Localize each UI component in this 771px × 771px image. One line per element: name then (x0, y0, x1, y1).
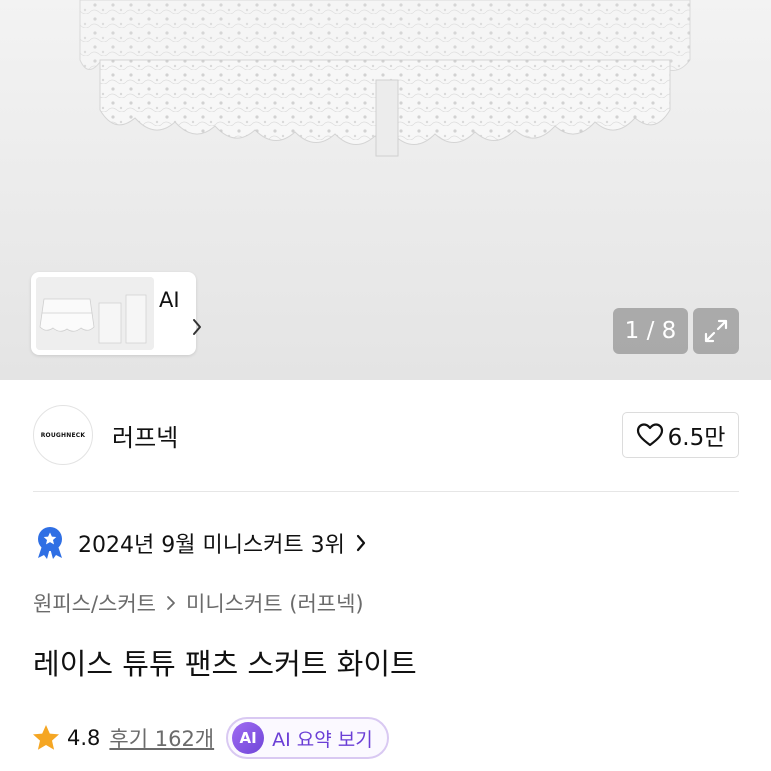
heart-icon (636, 423, 663, 447)
chevron-right-icon (193, 319, 201, 335)
ai-summary-label: AI 요약 보기 (272, 728, 373, 751)
image-page-indicator: 1 / 8 (613, 308, 688, 354)
chevron-right-icon (356, 534, 365, 552)
divider (33, 491, 739, 492)
rating-row: 4.8 후기 162개 AI AI 요약 보기 (31, 716, 389, 760)
brand-logo-text: ROUGHNECK (40, 431, 86, 439)
star-icon (33, 725, 59, 750)
ai-badge-icon: AI (232, 722, 265, 754)
expand-icon (704, 319, 728, 343)
ai-thumbnail-card[interactable]: AI (31, 272, 201, 355)
ranking-text: 2024년 9월 미니스커트 3위 (78, 533, 345, 558)
like-button[interactable]: 6.5만 (622, 412, 739, 458)
product-image-gallery[interactable]: AI 1 / 8 (0, 0, 771, 380)
rating-score: 4.8 (67, 726, 101, 750)
expand-image-button[interactable] (693, 308, 739, 354)
ai-summary-button[interactable]: AI AI 요약 보기 (226, 717, 389, 759)
thumbnail-skirt-graphic (36, 277, 154, 350)
ranking-badge-icon (38, 527, 62, 559)
ai-thumbnail-label: AI (159, 288, 180, 312)
brand-name[interactable]: 러프넥 (112, 418, 178, 453)
breadcrumb-subcategory[interactable]: 미니스커트 (러프넥) (186, 588, 364, 618)
like-count: 6.5만 (667, 425, 726, 451)
thumbnail-image (36, 277, 154, 350)
page-indicator-text: 1 / 8 (624, 318, 677, 344)
reviews-link[interactable]: 후기 162개 (109, 723, 214, 753)
breadcrumb: 원피스/스커트 미니스커트 (러프넥) (33, 588, 364, 618)
ranking-link[interactable]: 2024년 9월 미니스커트 3위 (33, 526, 367, 560)
breadcrumb-category[interactable]: 원피스/스커트 (33, 588, 156, 618)
brand-logo[interactable]: ROUGHNECK (33, 405, 93, 465)
product-title: 레이스 튜튜 팬츠 스커트 화이트 (33, 647, 417, 681)
chevron-right-icon (166, 595, 176, 611)
